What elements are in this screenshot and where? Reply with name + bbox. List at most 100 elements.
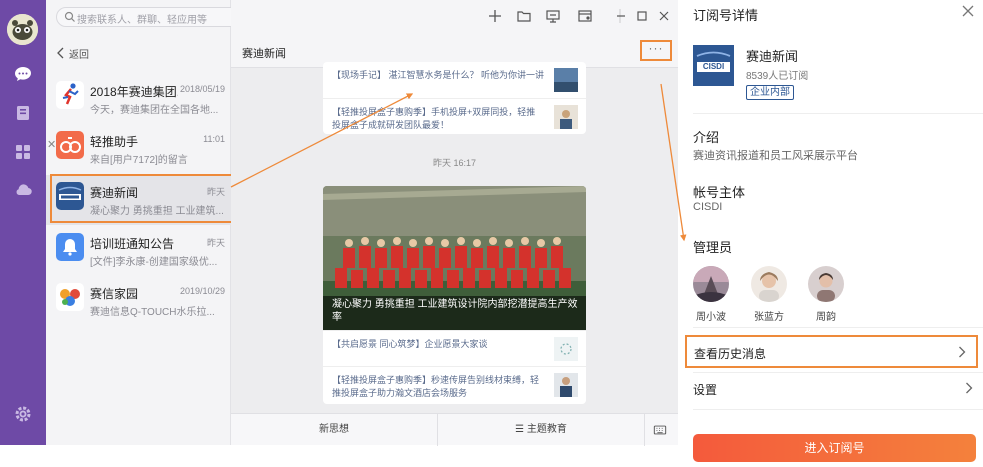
conversation-name: 2018年赛迪集团... [90,85,178,99]
avatar [808,266,844,302]
enter-subscription-button[interactable]: 进入订阅号 [693,434,976,462]
chat-icon[interactable] [13,64,33,84]
conversation-time: 11:01 [203,134,225,144]
back-label: 返回 [69,49,89,61]
nav-rail [0,0,46,445]
conversation-time: 2019/10/29 [179,286,225,296]
banner-caption: 凝心聚力 勇挑重担 工业建筑设计院内部挖潜提高生产效率 [332,299,578,323]
add-icon[interactable] [487,8,503,24]
article-thumbnail [554,373,578,397]
minimize-icon[interactable] [613,8,629,24]
article-thumbnail [554,68,578,92]
message-timestamp: 昨天 16:17 [432,158,477,168]
admin-entry[interactable]: 周小波 [691,266,731,323]
conversation-preview: 赛迪信息Q-TOUCH水乐拉... [90,307,215,318]
chevron-right-icon [958,346,966,358]
admins-label: 管理员 [693,240,733,255]
conversation-time: 2018/05/19 [179,84,225,94]
article-row[interactable]: 【轻推投屏盒子惠购季】秒速传屏告别线材束缚，轻推投屏盒子助力瀚文酒店会场服务 [323,366,586,404]
bell-icon [56,233,84,261]
service-menu-bar: 新思想 ☰ 主题教育 [231,413,678,446]
screen-cast-icon[interactable] [545,8,561,24]
panel-title: 订阅号详情 [693,8,759,23]
menu-item-theme-education[interactable]: ☰ 主题教育 [438,414,644,446]
conversation-item[interactable]: ✕ 轻推助手 11:01 来自[用户7172]的留言 [46,124,231,174]
assistant-icon [56,131,84,159]
window-share-icon[interactable] [577,8,593,24]
divider [693,372,983,373]
back-button[interactable]: 返回 [56,45,89,61]
article-card[interactable]: 凝心聚力 勇挑重担 工业建筑设计院内部挖潜提高生产效率 【共启愿景 同心筑梦】企… [323,186,586,404]
conversation-item[interactable]: 赛信家园 2019/10/29 赛迪信息Q-TOUCH水乐拉... [46,276,231,326]
admin-name: 周小波 [696,312,726,323]
owner-value: CISDI [693,201,723,213]
conversation-item[interactable]: 培训班通知公告 昨天 [文件]李永康-创建国家级优... [46,226,231,276]
conversation-name: 培训班通知公告 [90,237,175,251]
subscription-detail-panel: 订阅号详情 CISDI 赛迪新闻 8539人已订阅 企业内部 介绍 赛迪资讯报道… [678,0,983,467]
view-history-label: 查看历史消息 [694,347,767,361]
conversation-name: 赛信家园 [90,287,139,301]
divider [693,327,983,328]
intro-value: 赛迪资讯报道和员工风采展示平台 [693,150,858,162]
conversation-preview: [文件]李永康-创建国家级优... [90,257,218,268]
top-toolbar [231,0,678,34]
chevron-right-icon[interactable] [965,382,973,394]
runner-icon [56,81,84,109]
article-thumbnail [554,337,578,361]
view-history-row[interactable]: 查看历史消息 [685,335,978,368]
divider [693,409,983,410]
settings-label[interactable]: 设置 [693,381,717,398]
close-icon[interactable] [961,4,975,18]
conversation-item[interactable]: 2018年赛迪集团... 2018/05/19 今天，赛迪集团在全国各地... [46,74,231,124]
intro-label: 介绍 [693,130,720,145]
search-placeholder: 搜索联系人、群聊、轻应用等 [77,15,207,26]
internal-badge: 企业内部 [746,85,794,100]
conversation-preview: 今天，赛迪集团在全国各地... [90,105,219,116]
chat-title: 赛迪新闻 [242,48,286,60]
settings-gear-icon[interactable] [13,404,33,424]
close-icon[interactable]: ✕ [47,138,56,151]
article-row[interactable]: 【现场手记】 湛江智慧水务是什么？ 听他为你讲一讲 [323,62,586,98]
apps-grid-icon[interactable] [13,142,33,162]
chevron-left-icon [57,47,64,59]
conversation-name: 轻推助手 [90,135,139,149]
article-thumbnail [554,105,578,129]
article-row[interactable]: 【共启愿景 同心筑梦】企业愿景大家谈 [323,330,586,366]
conversation-time: 昨天 [206,238,225,248]
admin-name: 张蓝方 [754,312,784,323]
avatar [751,266,787,302]
logo-text: CISDI [702,62,725,71]
account-name: 赛迪新闻 [746,49,799,64]
family-icon [56,283,84,311]
article-title: 【轻推投屏盒子惠购季】秒速传屏告别线材束缚，轻推投屏盒子助力瀚文酒店会场服务 [332,375,540,398]
owner-label: 帐号主体 [693,185,746,200]
cloud-icon[interactable] [13,180,33,200]
maximize-icon[interactable] [634,8,650,24]
user-avatar[interactable] [7,14,38,45]
menu-divider [644,414,645,446]
app-window: 搜索联系人、群聊、轻应用等 返回 2018年赛迪集团... 2018/05/19… [0,0,983,467]
search-icon [64,11,75,22]
cisdi-logo-icon: CISDI [693,45,734,86]
admin-entry[interactable]: 周韵 [806,266,846,323]
subscriber-count: 8539人已订阅 [746,71,809,82]
article-row[interactable]: 【轻推投屏盒子惠购季】手机投屏+双屏同投，轻推投屏盒子成就研发团队最爱！ [323,98,586,134]
window-close-icon[interactable] [656,8,672,24]
keyboard-icon[interactable] [653,423,667,437]
folder-icon[interactable] [516,8,532,24]
article-banner[interactable]: 凝心聚力 勇挑重担 工业建筑设计院内部挖潜提高生产效率 [323,186,586,330]
conversation-list: 搜索联系人、群聊、轻应用等 返回 2018年赛迪集团... 2018/05/19… [46,0,276,445]
more-options-button[interactable]: ··· [640,40,672,61]
admin-entry[interactable]: 张蓝方 [749,266,789,323]
article-card[interactable]: 【现场手记】 湛江智慧水务是什么？ 听他为你讲一讲 【轻推投屏盒子惠购季】手机投… [323,62,586,134]
article-title: 【轻推投屏盒子惠购季】手机投屏+双屏同投，轻推投屏盒子成就研发团队最爱！ [332,107,536,130]
chat-area: 赛迪新闻 ··· 【现场手记】 湛江智慧水务是什么？ 听他为你讲一讲 【轻推投屏… [231,0,678,446]
contacts-book-icon[interactable] [13,103,33,123]
menu-item-new-thought[interactable]: 新思想 [231,414,437,446]
article-title: 【共启愿景 同心筑梦】企业愿景大家谈 [332,339,488,349]
avatar [693,266,729,302]
conversation-preview: 来自[用户7172]的留言 [90,155,188,166]
admin-name: 周韵 [816,312,836,323]
article-title: 【现场手记】 湛江智慧水务是什么？ 听他为你讲一讲 [332,70,545,80]
divider [693,113,983,114]
